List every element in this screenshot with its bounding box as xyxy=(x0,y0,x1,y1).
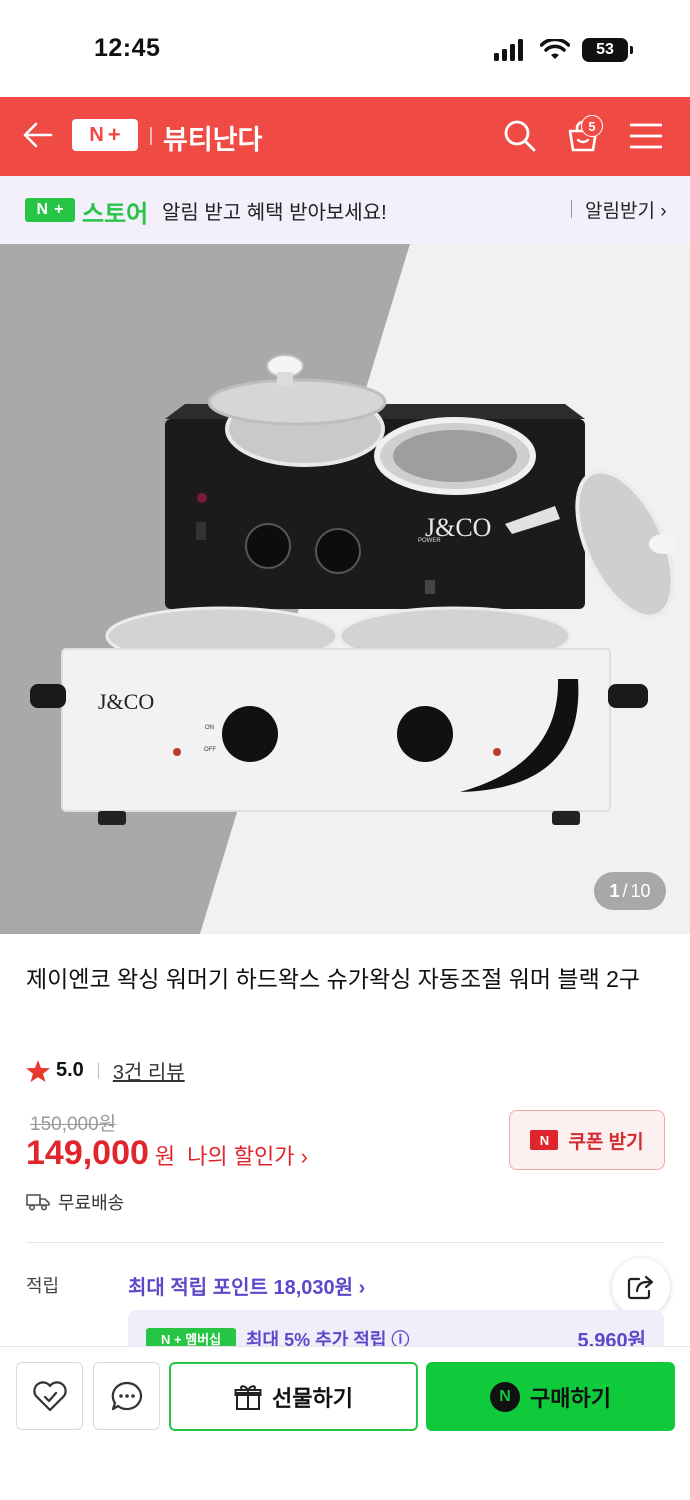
black-device-power-label: POWER xyxy=(418,538,441,544)
gift-button[interactable]: 선물하기 xyxy=(169,1362,418,1431)
review-count-link[interactable]: 3건 리뷰 xyxy=(113,1056,185,1085)
page-total: 10 xyxy=(630,880,651,901)
status-icons: 53 xyxy=(494,38,633,62)
page-current: 1 xyxy=(609,880,620,901)
status-bar: 12:45 53 xyxy=(0,0,690,97)
rating-score: 5.0 xyxy=(56,1059,84,1081)
store-name[interactable]: 뷰티난다 xyxy=(163,118,262,157)
membership-points-box[interactable]: N + 멤버십 최대 5% 추가 적립 ⓘ 5,960원 xyxy=(128,1310,664,1350)
arrow-left-icon xyxy=(23,122,53,148)
rating-row: 5.0 3건 리뷰 xyxy=(26,1056,185,1085)
shipping-info: 무료배송 xyxy=(26,1189,124,1215)
gift-label: 선물하기 xyxy=(272,1385,353,1411)
share-button[interactable] xyxy=(612,1258,670,1316)
price-row: 149,000 원 나의 할인가 › xyxy=(26,1134,308,1173)
buy-label: 구매하기 xyxy=(530,1385,611,1411)
logo-plus: + xyxy=(107,122,121,147)
star-icon xyxy=(26,1059,50,1082)
naver-plus-logo[interactable]: N + xyxy=(72,119,138,151)
page-separator: / xyxy=(622,880,628,901)
store-notice-bar: N + 스토어 알림 받고 혜택 받아보세요! 알림받기 › xyxy=(0,176,690,244)
logo-n: N xyxy=(89,123,104,146)
naver-pay-icon: N xyxy=(490,1381,521,1412)
search-icon xyxy=(504,120,536,152)
coupon-button[interactable]: N 쿠폰 받기 xyxy=(509,1110,665,1170)
gift-icon xyxy=(234,1384,262,1410)
product-image-carousel[interactable]: J&CO POWER J&CO ON OFF 1 / 10 xyxy=(0,244,690,934)
notice-message: 알림 받고 혜택 받아보세요! xyxy=(162,202,387,224)
image-page-indicator: 1 / 10 xyxy=(594,872,666,910)
nstore-logo-n: N xyxy=(36,201,49,218)
coupon-label: 쿠폰 받기 xyxy=(568,1131,644,1153)
cart-count-badge: 5 xyxy=(581,115,603,137)
wifi-icon xyxy=(540,39,570,59)
menu-button[interactable] xyxy=(625,115,667,157)
white-device-off-label: OFF xyxy=(204,747,216,753)
heart-icon xyxy=(32,1381,67,1412)
status-time: 12:45 xyxy=(94,34,161,62)
store-label: 스토어 xyxy=(82,201,149,228)
buy-button[interactable]: N 구매하기 xyxy=(426,1362,675,1431)
price-currency: 원 xyxy=(154,1144,176,1169)
notice-divider xyxy=(571,200,572,218)
membership-badge: N + 멤버십 xyxy=(146,1328,236,1348)
bottom-action-bar: 선물하기 N 구매하기 xyxy=(0,1346,690,1500)
max-points-link[interactable]: 최대 적립 포인트 18,030원 › xyxy=(128,1271,365,1300)
battery-indicator: 53 xyxy=(582,38,633,62)
my-discount-link[interactable]: 나의 할인가 › xyxy=(187,1139,308,1171)
nstore-logo-plus: + xyxy=(54,201,64,218)
share-icon xyxy=(627,1275,654,1300)
search-button[interactable] xyxy=(499,115,541,157)
points-label: 적립 xyxy=(26,1276,60,1296)
header-divider xyxy=(150,127,152,145)
rating-divider xyxy=(97,1062,99,1079)
sale-price: 149,000 xyxy=(26,1134,149,1172)
subscribe-alert-link[interactable]: 알림받기 › xyxy=(585,196,667,223)
truck-icon xyxy=(26,1194,50,1211)
chat-bubble-icon xyxy=(111,1381,142,1411)
product-image: J&CO POWER J&CO ON OFF xyxy=(0,244,690,934)
shipping-label: 무료배송 xyxy=(58,1193,125,1213)
original-price: 150,000원 xyxy=(30,1114,117,1135)
wishlist-button[interactable] xyxy=(16,1362,83,1430)
white-device-brand: J&CO xyxy=(98,689,154,714)
cart-button[interactable]: 5 xyxy=(562,115,604,157)
coupon-icon: N xyxy=(530,1130,559,1150)
hamburger-menu-icon xyxy=(630,123,662,149)
app-header: N + 뷰티난다 5 xyxy=(0,97,690,176)
back-button[interactable] xyxy=(20,117,56,153)
section-divider xyxy=(26,1242,664,1243)
white-device-on-label: ON xyxy=(205,725,214,731)
talk-button[interactable] xyxy=(93,1362,160,1430)
naver-plus-store-logo: N + xyxy=(25,198,75,222)
product-title: 제이엔코 왁싱 워머기 하드왁스 슈가왁싱 자동조절 워머 블랙 2구 xyxy=(26,966,641,992)
signal-icon xyxy=(494,39,523,61)
